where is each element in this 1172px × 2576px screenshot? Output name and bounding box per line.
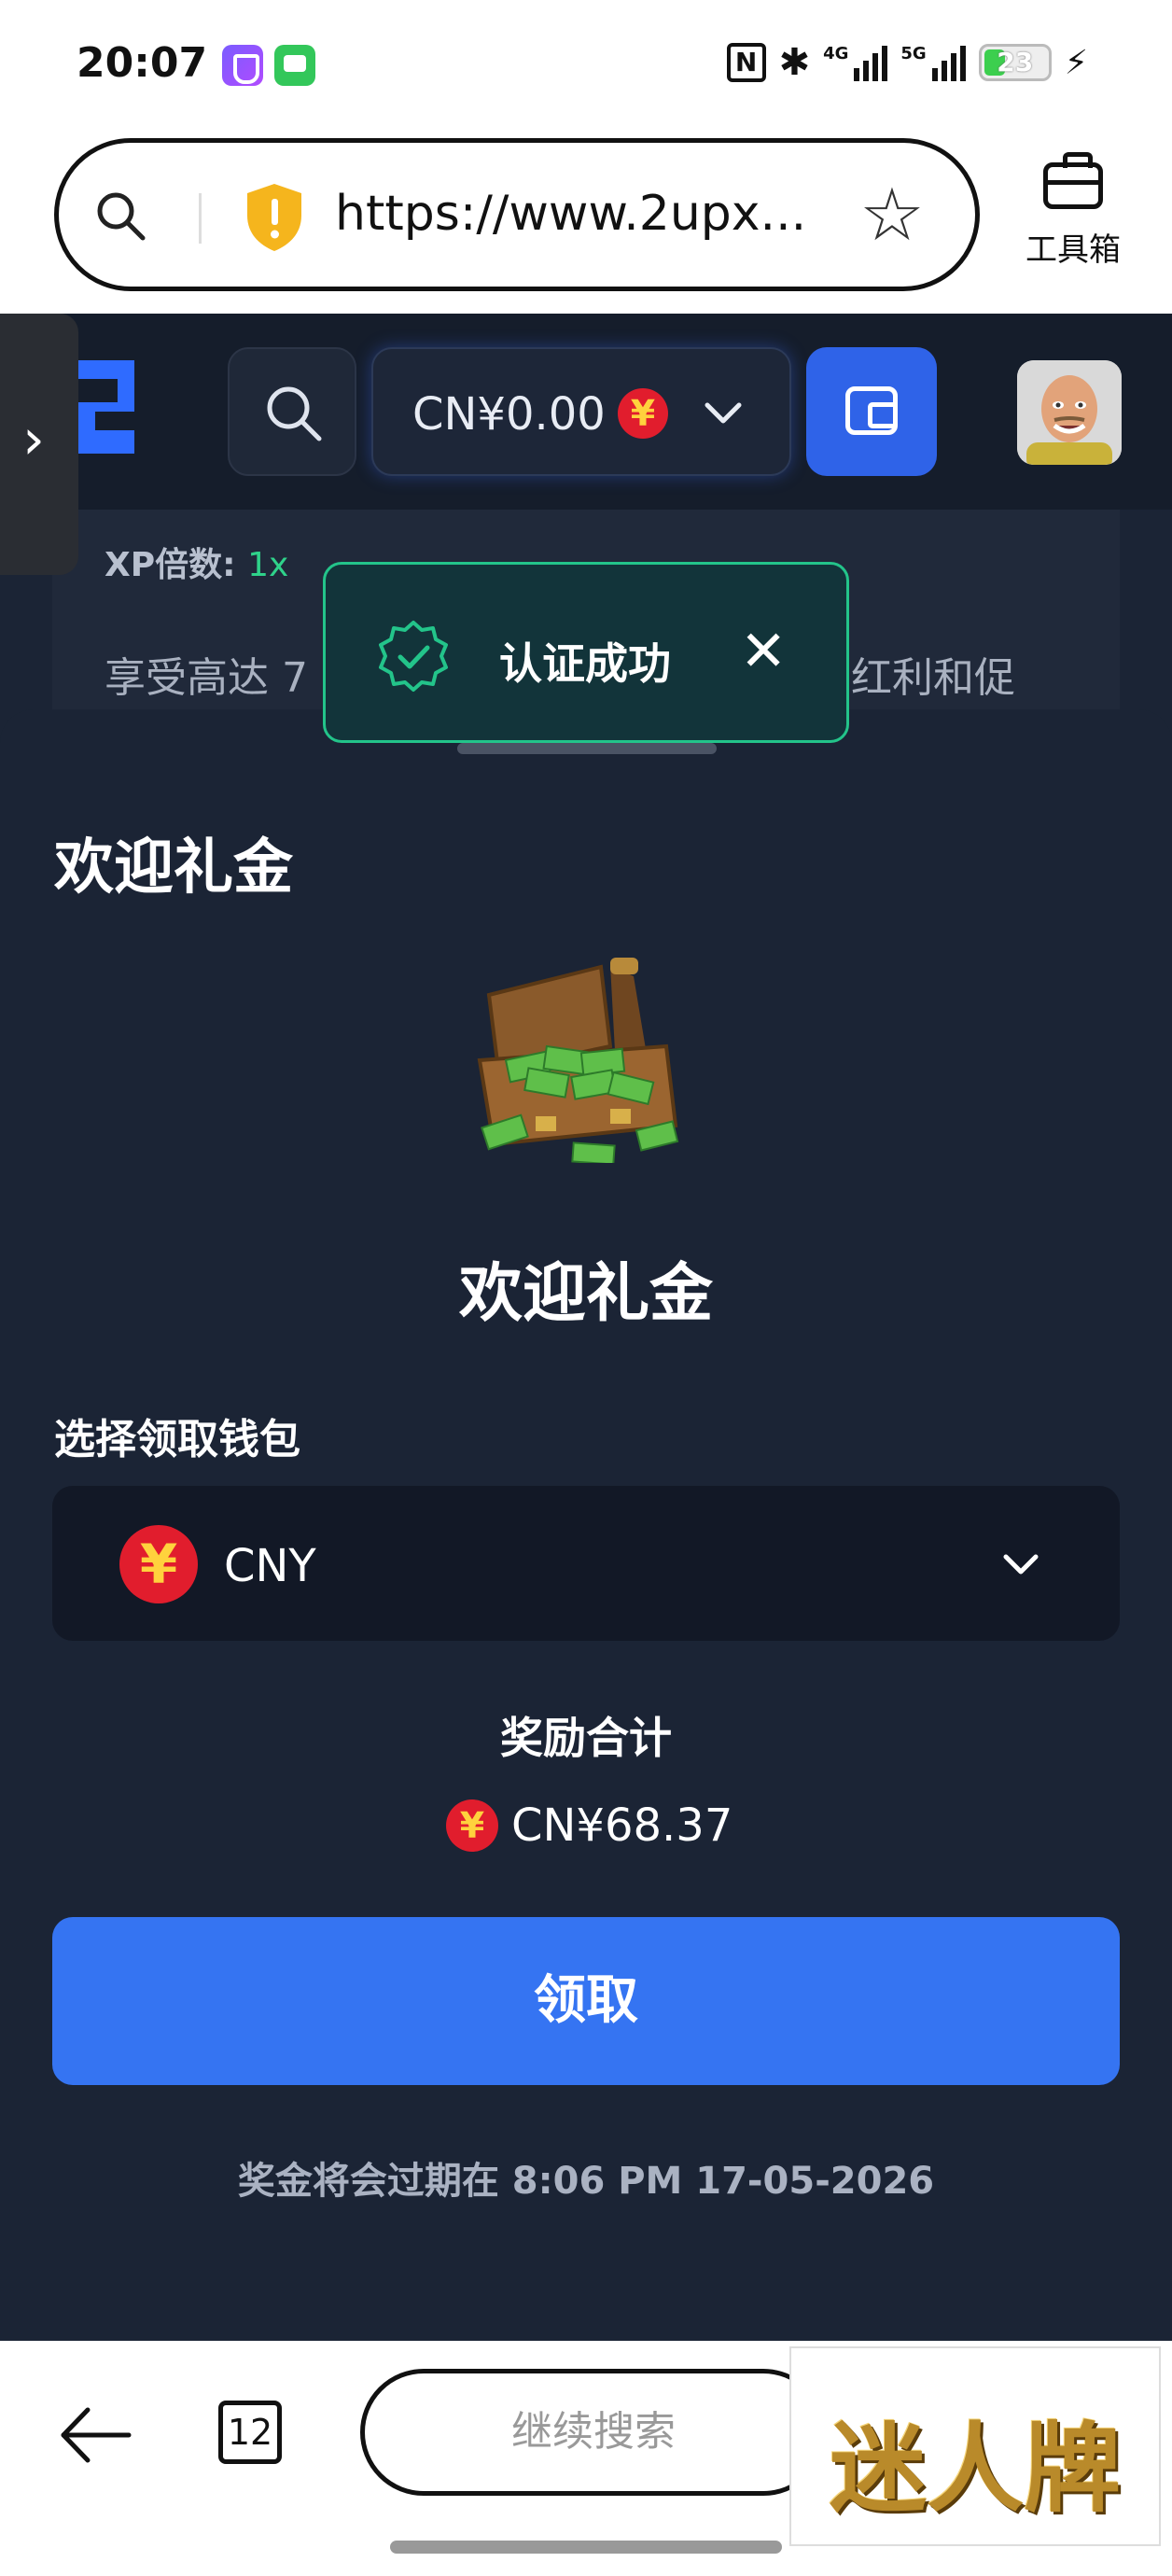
- browser-toolbar: https://www.2upx... ☆ 工具箱: [0, 131, 1172, 314]
- bookmark-star-icon[interactable]: ☆: [859, 178, 925, 253]
- status-bar: 20:07 N ✱ 4G 5G 23 ⚡: [0, 0, 1172, 131]
- avatar-image: [1017, 360, 1122, 465]
- home-indicator[interactable]: [390, 2541, 782, 2554]
- verified-check-icon: [379, 621, 448, 692]
- tabs-count-button[interactable]: 12: [218, 2401, 282, 2464]
- expiry-notice: 奖金将会过期在 8:06 PM 17-05-2026: [237, 2160, 935, 2203]
- welcome-bonus-sheet: 欢迎礼金 欢迎礼金 选择领取钱包 ¥ CNY 奖励合计 ¥ CN¥68.37 领…: [0, 709, 1172, 2341]
- wallet-icon: [845, 386, 898, 435]
- wallet-select-label: 选择领取钱包: [54, 1416, 300, 1463]
- address-bar[interactable]: https://www.2upx... ☆: [54, 138, 980, 291]
- url-text[interactable]: https://www.2upx...: [335, 186, 858, 242]
- status-time: 20:07: [77, 39, 208, 87]
- wallet-button[interactable]: [806, 347, 937, 476]
- search-icon: [267, 386, 322, 441]
- messages-app-icon: [274, 45, 315, 86]
- xp-multiplier: XP倍数: 1x: [105, 546, 289, 584]
- chevron-down-icon: [1003, 1554, 1039, 1575]
- avatar[interactable]: [1017, 360, 1122, 465]
- balance-dropdown[interactable]: CN¥0.00 ¥: [371, 347, 791, 476]
- signal-5g-icon: 5G: [900, 44, 966, 81]
- search-icon: [97, 192, 146, 241]
- ad-logo-text: 迷人牌: [829, 2411, 1121, 2526]
- toolbox-label: 工具箱: [1026, 231, 1121, 269]
- vpn-app-icon: [222, 45, 263, 86]
- chevron-down-icon: [705, 402, 742, 424]
- sheet-grabber[interactable]: [457, 743, 717, 754]
- back-arrow-icon[interactable]: [58, 2402, 133, 2468]
- reward-total: ¥ CN¥68.37: [446, 1799, 732, 1852]
- cny-coin-icon: ¥: [119, 1525, 198, 1603]
- battery-icon: 23: [978, 44, 1052, 81]
- money-briefcase-image: [477, 958, 679, 1163]
- ad-banner[interactable]: 迷人牌: [789, 2346, 1161, 2546]
- success-toast: 认证成功 ✕: [323, 562, 849, 743]
- header-search-button[interactable]: [228, 347, 356, 476]
- nfc-icon: N: [726, 43, 766, 82]
- reward-amount: CN¥68.37: [511, 1799, 733, 1852]
- close-icon[interactable]: ✕: [740, 619, 787, 684]
- site-logo[interactable]: [78, 360, 134, 454]
- signal-4g-icon: 4G: [823, 44, 888, 81]
- side-drawer-tab[interactable]: ›: [0, 314, 78, 575]
- toast-message: 认证成功: [499, 638, 671, 689]
- bluetooth-icon: ✱: [778, 41, 811, 84]
- shield-warning-icon[interactable]: [244, 182, 305, 253]
- cny-coin-icon: ¥: [446, 1799, 498, 1852]
- wallet-currency: CNY: [224, 1540, 316, 1592]
- bonus-heading: 欢迎礼金: [458, 1257, 713, 1331]
- cny-coin-icon: ¥: [618, 388, 668, 439]
- promo-text-right: 红利和促: [851, 654, 1015, 702]
- toolbox-button[interactable]: 工具箱: [1017, 152, 1129, 270]
- reward-total-label: 奖励合计: [500, 1713, 672, 1763]
- continue-search-button[interactable]: 继续搜索: [360, 2369, 827, 2496]
- balance-amount: CN¥0.00: [412, 388, 606, 441]
- site-header: › CN¥0.00 ¥: [0, 314, 1172, 575]
- promo-text-left: 享受高达 7: [105, 654, 308, 702]
- sheet-title: 欢迎礼金: [54, 833, 293, 903]
- charging-icon: ⚡: [1064, 43, 1088, 82]
- status-icons: N ✱ 4G 5G 23 ⚡: [726, 41, 1088, 84]
- claim-button[interactable]: 领取: [52, 1917, 1120, 2085]
- chevron-right-icon: ›: [22, 407, 45, 472]
- wallet-select-dropdown[interactable]: ¥ CNY: [52, 1486, 1120, 1641]
- toolbox-icon: [1043, 152, 1103, 209]
